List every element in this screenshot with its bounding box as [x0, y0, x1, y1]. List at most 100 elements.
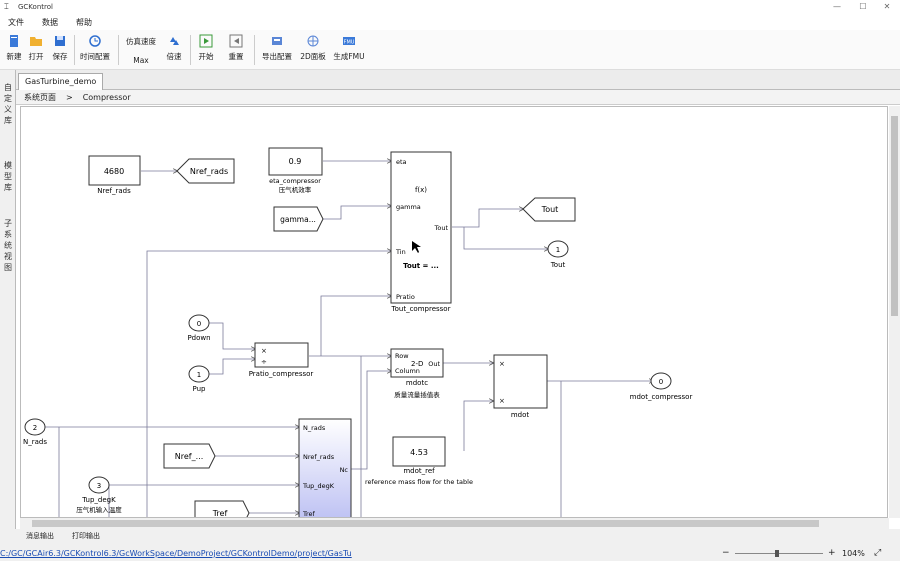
inport-pdown[interactable]: 0	[188, 314, 210, 332]
fit-view-icon[interactable]: ⤢	[874, 548, 881, 558]
zoom-slider-handle[interactable]	[775, 550, 779, 557]
goto-tout-block[interactable]: Tout	[522, 197, 576, 222]
menu-help[interactable]: 帮助	[76, 17, 92, 28]
from-gamma-block[interactable]: gamma...	[273, 206, 324, 232]
lut-port-column: Column	[395, 367, 420, 375]
tab-custom-library[interactable]: 自定义库	[0, 82, 16, 126]
outport-mdot-label: mdot_compressor	[630, 393, 693, 401]
vertical-scrollbar[interactable]	[889, 106, 900, 518]
const-nref-block[interactable]: 4680	[88, 155, 141, 186]
pratio-port-mul: ×	[261, 347, 267, 355]
svg-text:FMU: FMU	[344, 40, 355, 46]
new-file-icon	[10, 35, 18, 47]
inport-pup-label: Pup	[193, 385, 207, 393]
save-button[interactable]: 保存	[50, 34, 70, 62]
inport-tup-number: 3	[97, 482, 101, 490]
panel-2d-button[interactable]: 2D面板	[298, 34, 328, 62]
lookup-mdotc-block[interactable]: Row 2-D Out Column	[390, 348, 444, 378]
horizontal-scroll-thumb[interactable]	[32, 520, 819, 527]
const-mdotref-label: mdot_ref	[403, 467, 435, 475]
subsystem-port-tup: Tup_degK	[302, 482, 335, 490]
mdot-port-1: ×	[499, 360, 505, 368]
export-config-button[interactable]: 导出配置	[258, 34, 296, 62]
const-nref-value: 4680	[104, 167, 124, 176]
breadcrumb-current[interactable]: Compressor	[83, 93, 131, 102]
mdot-product-block[interactable]: × ×	[493, 354, 548, 409]
tab-gasturbine-demo[interactable]: GasTurbine_demo	[18, 73, 104, 90]
toolbar-separator	[74, 35, 75, 65]
breadcrumb-root[interactable]: 系统页面	[24, 92, 56, 103]
from-tref-label: Tref	[212, 509, 228, 518]
from-nref-block[interactable]: Nref_...	[163, 443, 216, 469]
fcn-tout-compressor-block[interactable]: eta f(x) gamma Tout Tin Tout = ... Prati…	[390, 151, 452, 304]
breadcrumb: 系统页面 > Compressor	[16, 90, 900, 105]
zoom-out-icon[interactable]: −	[722, 548, 730, 558]
sim-speed-value[interactable]: Max	[133, 56, 149, 65]
from-tref-block[interactable]: Tref	[194, 500, 250, 518]
corrected-speed-subsystem[interactable]: N_rads Nref_rads Nc Tup_degK Tref	[298, 418, 352, 518]
inport-tup[interactable]: 3	[88, 476, 110, 494]
mdot-port-2: ×	[499, 397, 505, 405]
multiplier-button[interactable]: 倍速	[162, 34, 186, 62]
outport-tout-number: 1	[556, 246, 560, 254]
time-config-button[interactable]: 时间配置	[78, 34, 112, 62]
subsystem-port-tref: Tref	[302, 510, 316, 518]
horizontal-scrollbar[interactable]	[20, 518, 889, 529]
toolbar-separator	[254, 35, 255, 65]
start-button[interactable]: 开始	[194, 34, 218, 62]
inport-pup[interactable]: 1	[188, 365, 210, 383]
project-path[interactable]: C:/GC/GCAir6.3/GCKontrol6.3/GcWorkSpace/…	[0, 549, 352, 558]
from-nref-label: Nref_...	[175, 452, 203, 461]
title-bar: ⌶ GCKontrol — ☐ ✕	[0, 0, 900, 14]
fcn-fx-label: f(x)	[415, 186, 427, 194]
new-button[interactable]: 新建	[4, 34, 24, 62]
zoom-in-icon[interactable]: +	[828, 548, 836, 558]
lut-port-out: Out	[428, 360, 440, 368]
outport-tout[interactable]: 1	[547, 240, 569, 258]
breadcrumb-separator: >	[66, 92, 73, 102]
close-icon[interactable]: ✕	[872, 0, 900, 14]
reset-button[interactable]: 重置	[224, 34, 248, 62]
gen-fmu-button[interactable]: FMU 生成FMU	[330, 34, 368, 62]
goto-nref-block[interactable]: Nref_rads	[176, 158, 235, 184]
zoom-slider[interactable]	[735, 550, 823, 557]
reset-icon	[229, 34, 243, 48]
save-icon	[55, 36, 65, 46]
diagram-canvas[interactable]: 4680 Nref_rads Nref_rads 0.9 eta_compres…	[20, 106, 888, 518]
const-mdotref-block[interactable]: 4.53	[392, 436, 446, 467]
message-output-tab[interactable]: 消息输出	[26, 531, 54, 541]
fmu-icon: FMU	[343, 37, 355, 46]
speed-arrows-icon	[170, 37, 179, 45]
fcn-port-tin: Tin	[395, 248, 406, 256]
fcn-port-pratio: Pratio	[396, 293, 415, 301]
const-eta-value: 0.9	[289, 157, 302, 166]
left-sidebar: 自定义库 模型库 子系统视图	[0, 70, 16, 530]
pratio-port-div: ÷	[261, 358, 267, 366]
lut-name-label: mdotc	[406, 379, 428, 387]
inport-tup-label: Tup_degK	[81, 496, 116, 504]
menu-bar: 文件 数据 帮助	[0, 14, 900, 30]
fcn-port-eta: eta	[396, 158, 407, 166]
const-eta-label-cn: 压气机效率	[279, 185, 312, 194]
const-eta-block[interactable]: 0.9	[268, 147, 323, 176]
subsystem-port-nc: Nc	[340, 466, 349, 474]
open-button[interactable]: 打开	[26, 34, 46, 62]
vertical-scroll-thumb[interactable]	[891, 116, 898, 316]
print-output-tab[interactable]: 打印输出	[72, 531, 100, 541]
inport-tup-label-cn: 压气机输入温度	[76, 505, 122, 514]
toolbar-separator	[118, 35, 119, 65]
fcn-expression: Tout = ...	[403, 262, 439, 270]
tab-model-library[interactable]: 模型库	[0, 160, 16, 193]
toolbar-separator	[190, 35, 191, 65]
inport-nrads[interactable]: 2	[24, 418, 46, 436]
menu-file[interactable]: 文件	[8, 17, 24, 28]
app-icon: ⌶	[4, 2, 9, 11]
pratio-product-block[interactable]: × ÷	[254, 342, 309, 368]
fcn-port-gamma: gamma	[396, 203, 421, 211]
goto-tout-label: Tout	[541, 205, 559, 214]
tab-subsystem-view[interactable]: 子系统视图	[0, 218, 16, 273]
menu-data[interactable]: 数据	[42, 17, 58, 28]
outport-mdot[interactable]: 0	[650, 372, 672, 390]
fcn-name-label: Tout_compressor	[391, 305, 451, 313]
inport-pdown-number: 0	[197, 320, 201, 328]
